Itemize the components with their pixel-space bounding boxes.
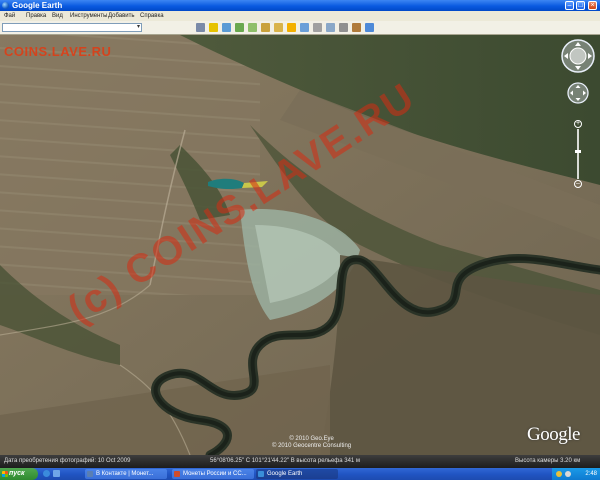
- system-tray: 2:48: [552, 468, 600, 480]
- email-icon[interactable]: [326, 23, 335, 32]
- task-label: Монеты России и СС...: [183, 471, 247, 477]
- satellite-imagery: [0, 35, 600, 455]
- window-title: Google Earth: [12, 1, 63, 10]
- menu-add[interactable]: Добавить: [108, 11, 135, 21]
- status-bar: Дата преобретения фотографий: 10 Oct 200…: [0, 455, 600, 468]
- tray-volume-icon[interactable]: [565, 471, 571, 477]
- task-app-icon: [87, 471, 93, 477]
- minimize-button[interactable]: –: [565, 1, 574, 10]
- zoom-in-button[interactable]: +: [574, 120, 582, 128]
- tour-icon[interactable]: [261, 23, 270, 32]
- sidebar-icon[interactable]: [196, 23, 205, 32]
- clock: 2:48: [585, 471, 597, 477]
- imagery-copyright: © 2010 Geo.Eye © 2010 Geocentre Consulti…: [272, 436, 351, 450]
- quick-launch-desktop-icon[interactable]: [53, 470, 60, 477]
- view-in-maps-icon[interactable]: [365, 23, 374, 32]
- search-input[interactable]: [4, 24, 132, 31]
- menu-view[interactable]: Вид: [52, 11, 63, 21]
- google-logo: Google: [527, 424, 580, 445]
- look-control-icon[interactable]: [561, 39, 595, 73]
- polygon-icon[interactable]: [222, 23, 231, 32]
- zoom-slider[interactable]: + –: [574, 120, 582, 188]
- title-bar[interactable]: Google Earth – □ ×: [0, 0, 600, 11]
- coordinates-readout: 56°08'06.25" С 101°21'44.22" В высота ре…: [210, 458, 361, 464]
- menu-help[interactable]: Справка: [140, 11, 164, 21]
- close-button[interactable]: ×: [588, 1, 597, 10]
- menu-file[interactable]: Фай: [4, 11, 15, 21]
- search-box[interactable]: ▾: [2, 23, 142, 32]
- start-button[interactable]: пуск: [0, 468, 38, 480]
- copyright-line-2: © 2010 Geo.Eye: [289, 436, 334, 442]
- menu-edit[interactable]: Правка: [26, 11, 46, 21]
- ruler-icon[interactable]: [313, 23, 322, 32]
- tray-network-icon[interactable]: [556, 471, 562, 477]
- eye-altitude: Высота камеры 3.20 км: [515, 458, 581, 464]
- historical-imagery-icon[interactable]: [274, 23, 283, 32]
- start-label: пуск: [9, 470, 25, 477]
- zoom-thumb[interactable]: [575, 150, 581, 153]
- copyright-line-1: © 2010 Geocentre Consulting: [272, 443, 352, 449]
- task-label: В Контакте | Монет...: [96, 471, 154, 477]
- overlay-icon[interactable]: [248, 23, 257, 32]
- zoom-out-button[interactable]: –: [574, 180, 582, 188]
- toolbar: ▾: [0, 21, 600, 35]
- maximize-button[interactable]: □: [576, 1, 585, 10]
- imagery-date: Дата преобретения фотографий: 10 Oct 200…: [4, 458, 131, 464]
- task-label: Google Earth: [267, 471, 303, 477]
- windows-flag-icon: [2, 471, 8, 477]
- move-control-icon[interactable]: [567, 82, 589, 104]
- sun-icon[interactable]: [287, 23, 296, 32]
- quick-launch-ie-icon[interactable]: [43, 470, 50, 477]
- taskbar-task[interactable]: Монеты России и СС...: [172, 469, 254, 479]
- search-dropdown-icon[interactable]: ▾: [137, 24, 140, 31]
- taskbar-task[interactable]: Google Earth: [256, 469, 338, 479]
- taskbar: пуск В Контакте | Монет... Монеты России …: [0, 468, 600, 480]
- taskbar-task[interactable]: В Контакте | Монет...: [85, 469, 167, 479]
- task-app-icon: [174, 471, 180, 477]
- google-earth-window: Google Earth – □ × Фай Правка Вид Инстру…: [0, 0, 600, 480]
- print-icon[interactable]: [339, 23, 348, 32]
- watermark-top: COINS.LAVE.RU: [4, 44, 112, 59]
- path-icon[interactable]: [235, 23, 244, 32]
- planets-icon[interactable]: [300, 23, 309, 32]
- google-earth-app-icon: [2, 2, 9, 9]
- zoom-track[interactable]: [577, 129, 579, 179]
- task-app-icon: [258, 471, 264, 477]
- menu-tools[interactable]: Инструменты: [70, 11, 107, 21]
- map-view[interactable]: COINS.LAVE.RU (c) COINS.LAVE.RU + – © 20…: [0, 35, 600, 455]
- placemark-icon[interactable]: [209, 23, 218, 32]
- save-image-icon[interactable]: [352, 23, 361, 32]
